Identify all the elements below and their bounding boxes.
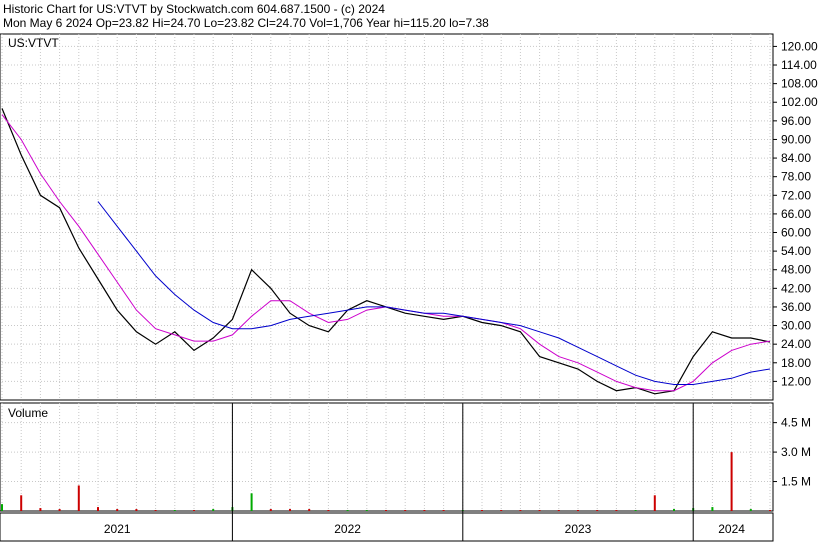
price-tick-label: 96.00 [781, 114, 811, 128]
volume-bar [749, 509, 752, 511]
volume-bar [20, 495, 23, 511]
volume-panel-title: Volume [8, 406, 48, 420]
volume-bar [212, 509, 215, 511]
price-panel-title: US:VTVT [8, 36, 59, 50]
volume-bar [634, 510, 637, 512]
volume-bar [404, 510, 407, 512]
stock-chart: Historic Chart for US:VTVT by Stockwatch… [0, 2, 818, 542]
volume-bar [1, 504, 3, 511]
price-tick-label: 72.00 [781, 188, 811, 202]
volume-tick-label: 3.0 M [781, 445, 811, 459]
price-tick-label: 114.00 [781, 58, 817, 72]
price-tick-label: 66.00 [781, 207, 811, 221]
price-tick-label: 90.00 [781, 132, 811, 146]
price-tick-label: 30.00 [781, 319, 811, 333]
volume-bar [77, 485, 80, 511]
volume-bar [423, 510, 426, 512]
volume-bar [538, 510, 541, 512]
header-line-2: Mon May 6 2024 Op=23.82 Hi=24.70 Lo=23.8… [3, 16, 489, 30]
volume-bar [769, 510, 771, 512]
price-tick-label: 42.00 [781, 281, 811, 295]
price-tick-label: 24.00 [781, 337, 811, 351]
volume-bar [500, 510, 503, 512]
volume-bar [365, 510, 368, 512]
price-tick-label: 120.00 [781, 39, 818, 53]
volume-bar [173, 510, 176, 512]
volume-y-axis: 4.5 M 3.0 M 1.5 M [773, 416, 811, 489]
volume-bar [673, 509, 675, 511]
volume-bar [327, 510, 330, 512]
year-label: 2024 [718, 522, 745, 536]
volume-bar [269, 509, 272, 511]
volume-panel: 4.5 M 3.0 M 1.5 M Volume [0, 402, 811, 512]
volume-bar [346, 510, 349, 512]
volume-bar [289, 509, 291, 511]
volume-bar [39, 508, 42, 511]
volume-bar [385, 510, 387, 512]
volume-bar [308, 509, 311, 511]
price-tick-label: 108.00 [781, 77, 818, 91]
price-panel: 120.00 114.00 108.00 102.00 96.00 90.00 84.00 7… [0, 33, 818, 401]
price-tick-label: 60.00 [781, 226, 811, 240]
price-tick-label: 36.00 [781, 300, 811, 314]
header-line-1: Historic Chart for US:VTVT by Stockwatch… [3, 2, 385, 16]
price-tick-label: 84.00 [781, 151, 811, 165]
volume-bar [250, 493, 253, 511]
volume-bar [442, 510, 445, 512]
price-tick-label: 48.00 [781, 263, 811, 277]
volume-bar [596, 510, 599, 512]
volume-bar [653, 495, 656, 511]
year-label: 2021 [104, 522, 131, 536]
volume-tick-label: 4.5 M [781, 416, 811, 430]
volume-bar [58, 509, 61, 511]
volume-bar [557, 510, 560, 512]
volume-bar [519, 510, 522, 512]
year-label: 2023 [565, 522, 592, 536]
volume-bar [481, 510, 483, 512]
volume-bar [577, 510, 579, 512]
volume-bar [116, 509, 119, 511]
volume-tick-label: 1.5 M [781, 475, 811, 489]
volume-bar [615, 510, 618, 512]
volume-bar [730, 452, 733, 511]
volume-bar [97, 507, 99, 511]
volume-bar [154, 510, 157, 512]
volume-bar [135, 509, 138, 511]
price-tick-label: 54.00 [781, 244, 811, 258]
price-tick-label: 78.00 [781, 170, 811, 184]
price-y-axis: 120.00 114.00 108.00 102.00 96.00 90.00 84.00 7… [773, 39, 818, 388]
volume-bar [711, 507, 714, 511]
year-label: 2022 [334, 522, 361, 536]
price-tick-label: 18.00 [781, 356, 811, 370]
volume-bar [193, 510, 195, 512]
price-tick-label: 12.00 [781, 374, 811, 388]
price-tick-label: 102.00 [781, 95, 818, 109]
